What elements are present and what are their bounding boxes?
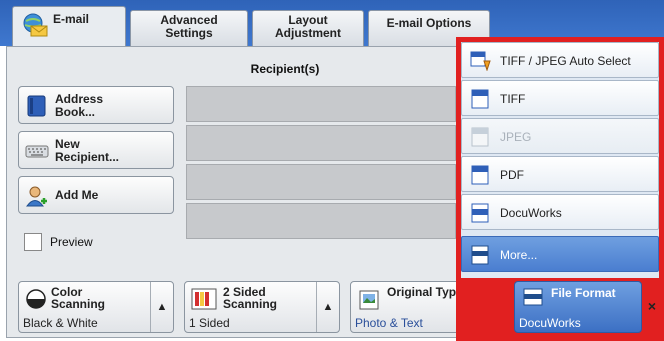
- add-me-label: Add Me: [55, 188, 99, 202]
- color-mode-icon: [26, 289, 46, 309]
- file-format-title: File Format: [551, 286, 616, 300]
- recipient-field-4[interactable]: [186, 203, 456, 239]
- address-book-button[interactable]: Address Book...: [18, 86, 174, 124]
- two-sided-title: 2 Sided Scanning: [223, 285, 278, 311]
- tab-email-label: E-mail: [53, 12, 90, 26]
- menu-item-label: PDF: [500, 168, 524, 182]
- add-me-button[interactable]: Add Me: [18, 176, 174, 214]
- color-scanning-value: Black & White: [23, 316, 98, 330]
- recipient-field-1[interactable]: [186, 86, 456, 122]
- file-format-value: DocuWorks: [519, 316, 581, 330]
- add-user-icon: [26, 186, 47, 207]
- color-scanning-title: Color Scanning: [51, 285, 106, 311]
- recipients-header: Recipient(s): [250, 62, 320, 76]
- tiff-icon: [471, 89, 489, 109]
- docuworks-icon: [471, 203, 489, 223]
- menu-item-label: More...: [500, 248, 538, 262]
- menu-item-jpeg: JPEG: [461, 118, 659, 154]
- tab-advanced-label: Advanced Settings: [160, 13, 218, 40]
- original-type-value: Photo & Text: [355, 316, 423, 330]
- two-sided-value: 1 Sided: [189, 316, 230, 330]
- tab-layout-adjustment[interactable]: Layout Adjustment: [252, 10, 364, 46]
- jpeg-icon: [471, 127, 489, 147]
- tab-layout-label: Layout Adjustment: [275, 13, 341, 40]
- menu-item-pdf[interactable]: PDF: [461, 156, 659, 192]
- color-scanning-button[interactable]: Color Scanning Black & White ▲: [18, 281, 174, 333]
- menu-item-label: TIFF / JPEG Auto Select: [500, 54, 631, 68]
- address-book-icon: [27, 95, 46, 117]
- file-format-button[interactable]: File Format DocuWorks: [514, 281, 642, 333]
- email-globe-icon: [23, 13, 48, 37]
- tab-email-options-label: E-mail Options: [386, 16, 472, 30]
- more-icon: [471, 245, 489, 265]
- photo-icon: [359, 290, 379, 310]
- keyboard-icon: [25, 145, 49, 158]
- new-recipient-label: New Recipient...: [55, 137, 120, 164]
- address-book-label: Address Book...: [55, 92, 104, 119]
- recipient-field-2[interactable]: [186, 125, 456, 161]
- menu-item-more[interactable]: More...: [461, 236, 659, 272]
- recipient-field-3[interactable]: [186, 164, 456, 200]
- original-type-title: Original Type: [387, 285, 463, 299]
- tiff-jpeg-icon: [470, 51, 491, 71]
- menu-item-label: DocuWorks: [500, 206, 562, 220]
- chevron-up-icon[interactable]: ▲: [316, 282, 339, 332]
- menu-item-docuworks[interactable]: DocuWorks: [461, 194, 659, 230]
- chevron-up-icon[interactable]: ▲: [150, 282, 173, 332]
- new-recipient-button[interactable]: New Recipient...: [18, 131, 174, 169]
- pdf-icon: [471, 165, 489, 185]
- menu-item-label: JPEG: [500, 130, 532, 144]
- docuworks-icon: [523, 288, 543, 306]
- sided-icon: [191, 288, 217, 310]
- two-sided-scanning-button[interactable]: 2 Sided Scanning 1 Sided ▲: [184, 281, 340, 333]
- tab-email[interactable]: E-mail: [12, 6, 126, 46]
- preview-checkbox[interactable]: [24, 233, 42, 251]
- close-icon[interactable]: ×: [644, 292, 660, 320]
- menu-item-tiff[interactable]: TIFF: [461, 80, 659, 116]
- menu-item-label: TIFF: [500, 92, 526, 106]
- preview-label: Preview: [50, 235, 93, 249]
- menu-item-tiff-jpeg-auto[interactable]: TIFF / JPEG Auto Select: [461, 42, 659, 78]
- tab-advanced-settings[interactable]: Advanced Settings: [130, 10, 248, 46]
